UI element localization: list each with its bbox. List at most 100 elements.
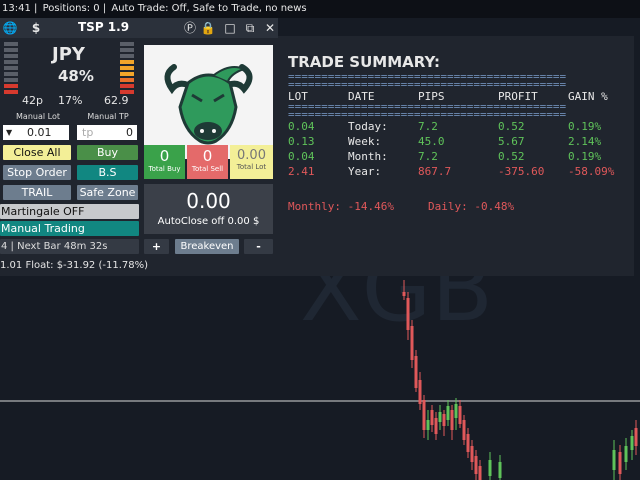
summary-header-date: DATE [348, 90, 375, 103]
candle-body [418, 380, 422, 404]
summary-header-pips: PIPS [418, 90, 445, 103]
summary-cell-gain: 0.19% [568, 150, 602, 163]
candle-body [470, 446, 474, 462]
summary-rule-top: ========================================… [288, 73, 624, 89]
summary-cell-gain: 2.14% [568, 135, 602, 148]
candle-body [462, 420, 466, 440]
candle-body [402, 292, 406, 296]
summary-cell-lot: 0.13 [288, 135, 315, 148]
tp-placeholder: tp [82, 126, 94, 139]
candle-body [488, 460, 492, 476]
autoclose-status: AutoClose off 0.00 $ [157, 216, 260, 227]
summary-rule-mid: ========================================… [288, 103, 624, 119]
stop-order-button[interactable]: Stop Order [3, 165, 71, 180]
manual-lot-label: Manual Lot [16, 112, 60, 121]
manual-lot-select[interactable]: ▼ 0.01 [3, 125, 69, 140]
daily-gain: Daily: -0.48% [428, 200, 515, 213]
total-sell-value: 0 [202, 147, 213, 165]
summary-cell-gain: 0.19% [568, 120, 602, 133]
profit-value: 0.00 [186, 189, 231, 213]
total-sell-box: 0 Total Sell [187, 145, 228, 179]
minus-button[interactable]: - [244, 239, 273, 254]
currency-percent: 48% [58, 67, 94, 85]
dollar-icon[interactable]: $ [28, 20, 44, 36]
float-readout: 1.01 Float: $-31.92 (-11.78%) [0, 260, 149, 271]
candle-body [630, 436, 634, 450]
trading-panel: 🌐 $ TSP 1.9 Ⓟ 🔒 □ ⧉ ✕ JPY 48% 42p 17% 62… [0, 18, 278, 276]
summary-cell-profit: 0.52 [498, 120, 525, 133]
right-value: 62.9 [104, 94, 129, 107]
manual-trading-button[interactable]: Manual Trading [0, 221, 139, 236]
rule-line-2: ========================================… [288, 78, 567, 89]
summary-cell-profit: -375.60 [498, 165, 545, 178]
summary-cell-pips: 867.7 [418, 165, 452, 178]
summary-cell-pips: 45.0 [418, 135, 445, 148]
panel-titlebar[interactable]: 🌐 $ TSP 1.9 Ⓟ 🔒 □ ⧉ ✕ [0, 18, 278, 38]
summary-cell-profit: 0.52 [498, 150, 525, 163]
trade-summary-panel: TRADE SUMMARY: =========================… [278, 36, 634, 276]
candle-body [450, 410, 454, 430]
panel-title: TSP 1.9 [78, 20, 130, 34]
total-lot-label: Total Lot [236, 163, 267, 171]
summary-cell-gain: -58.09% [568, 165, 615, 178]
summary-cell-date: Month: [348, 150, 388, 163]
bs-button[interactable]: B.S [77, 165, 138, 180]
lock-icon[interactable]: 🔒 [200, 20, 216, 36]
summary-cell-profit: 5.67 [498, 135, 525, 148]
candle-body [454, 404, 458, 418]
close-icon[interactable]: ✕ [262, 20, 278, 36]
restore-icon[interactable]: ⧉ [242, 20, 258, 36]
total-sell-label: Total Sell [191, 165, 224, 173]
right-strength-meter [120, 42, 134, 96]
candle-body [406, 298, 410, 330]
candle-body [618, 452, 622, 474]
globe-icon[interactable]: 🌐 [2, 20, 18, 36]
summary-cell-date: Week: [348, 135, 382, 148]
total-lot-value: 0.00 [237, 148, 266, 163]
total-buy-label: Total Buy [148, 165, 181, 173]
candle-body [422, 400, 426, 430]
monthly-gain: Monthly: -14.46% [288, 200, 394, 213]
summary-header-lot: LOT [288, 90, 308, 103]
candle-body [624, 446, 628, 462]
candle-body [478, 466, 482, 480]
status-time: 13:41 [2, 3, 31, 14]
candle-body [634, 428, 638, 446]
tp-value: 0 [126, 126, 133, 139]
help-icon[interactable]: Ⓟ [182, 20, 198, 36]
dropdown-arrow-icon: ▼ [6, 128, 13, 137]
summary-cell-lot: 2.41 [288, 165, 315, 178]
manual-tp-input[interactable]: tp 0 [77, 125, 137, 140]
candle-body [438, 412, 442, 422]
manual-tp-label: Manual TP [87, 112, 129, 121]
candle-body [430, 410, 434, 425]
safe-zone-button[interactable]: Safe Zone [77, 185, 138, 200]
next-bar-timer: 4 | Next Bar 48m 32s [0, 239, 139, 254]
candle-body [426, 420, 430, 430]
candle-body [612, 450, 616, 470]
summary-cell-lot: 0.04 [288, 150, 315, 163]
martingale-button[interactable]: Martingale OFF [0, 204, 139, 219]
plus-button[interactable]: + [144, 239, 169, 254]
summary-cell-pips: 7.2 [418, 120, 438, 133]
breakeven-button[interactable]: Breakeven [175, 239, 239, 254]
close-all-button[interactable]: Close All [3, 145, 71, 160]
summary-header-gain: GAIN % [568, 90, 608, 103]
candle-body [434, 418, 438, 434]
summary-cell-pips: 7.2 [418, 150, 438, 163]
candle-body [410, 326, 414, 360]
candle-body [446, 406, 450, 420]
minimize-icon[interactable]: □ [222, 20, 238, 36]
buy-button[interactable]: Buy [77, 145, 138, 160]
total-lot-box: 0.00 Total Lot [230, 145, 273, 179]
trail-button[interactable]: TRAIL [3, 185, 71, 200]
mid-percent: 17% [58, 94, 83, 107]
candle-body [498, 462, 502, 478]
summary-cell-date: Year: [348, 165, 382, 178]
status-positions: Positions: 0 [42, 3, 100, 14]
summary-cell-lot: 0.04 [288, 120, 315, 133]
candle-body [414, 356, 418, 388]
total-buy-value: 0 [159, 147, 170, 165]
left-pips: 42p [22, 94, 43, 107]
profit-box: 0.00 AutoClose off 0.00 $ [144, 184, 273, 234]
